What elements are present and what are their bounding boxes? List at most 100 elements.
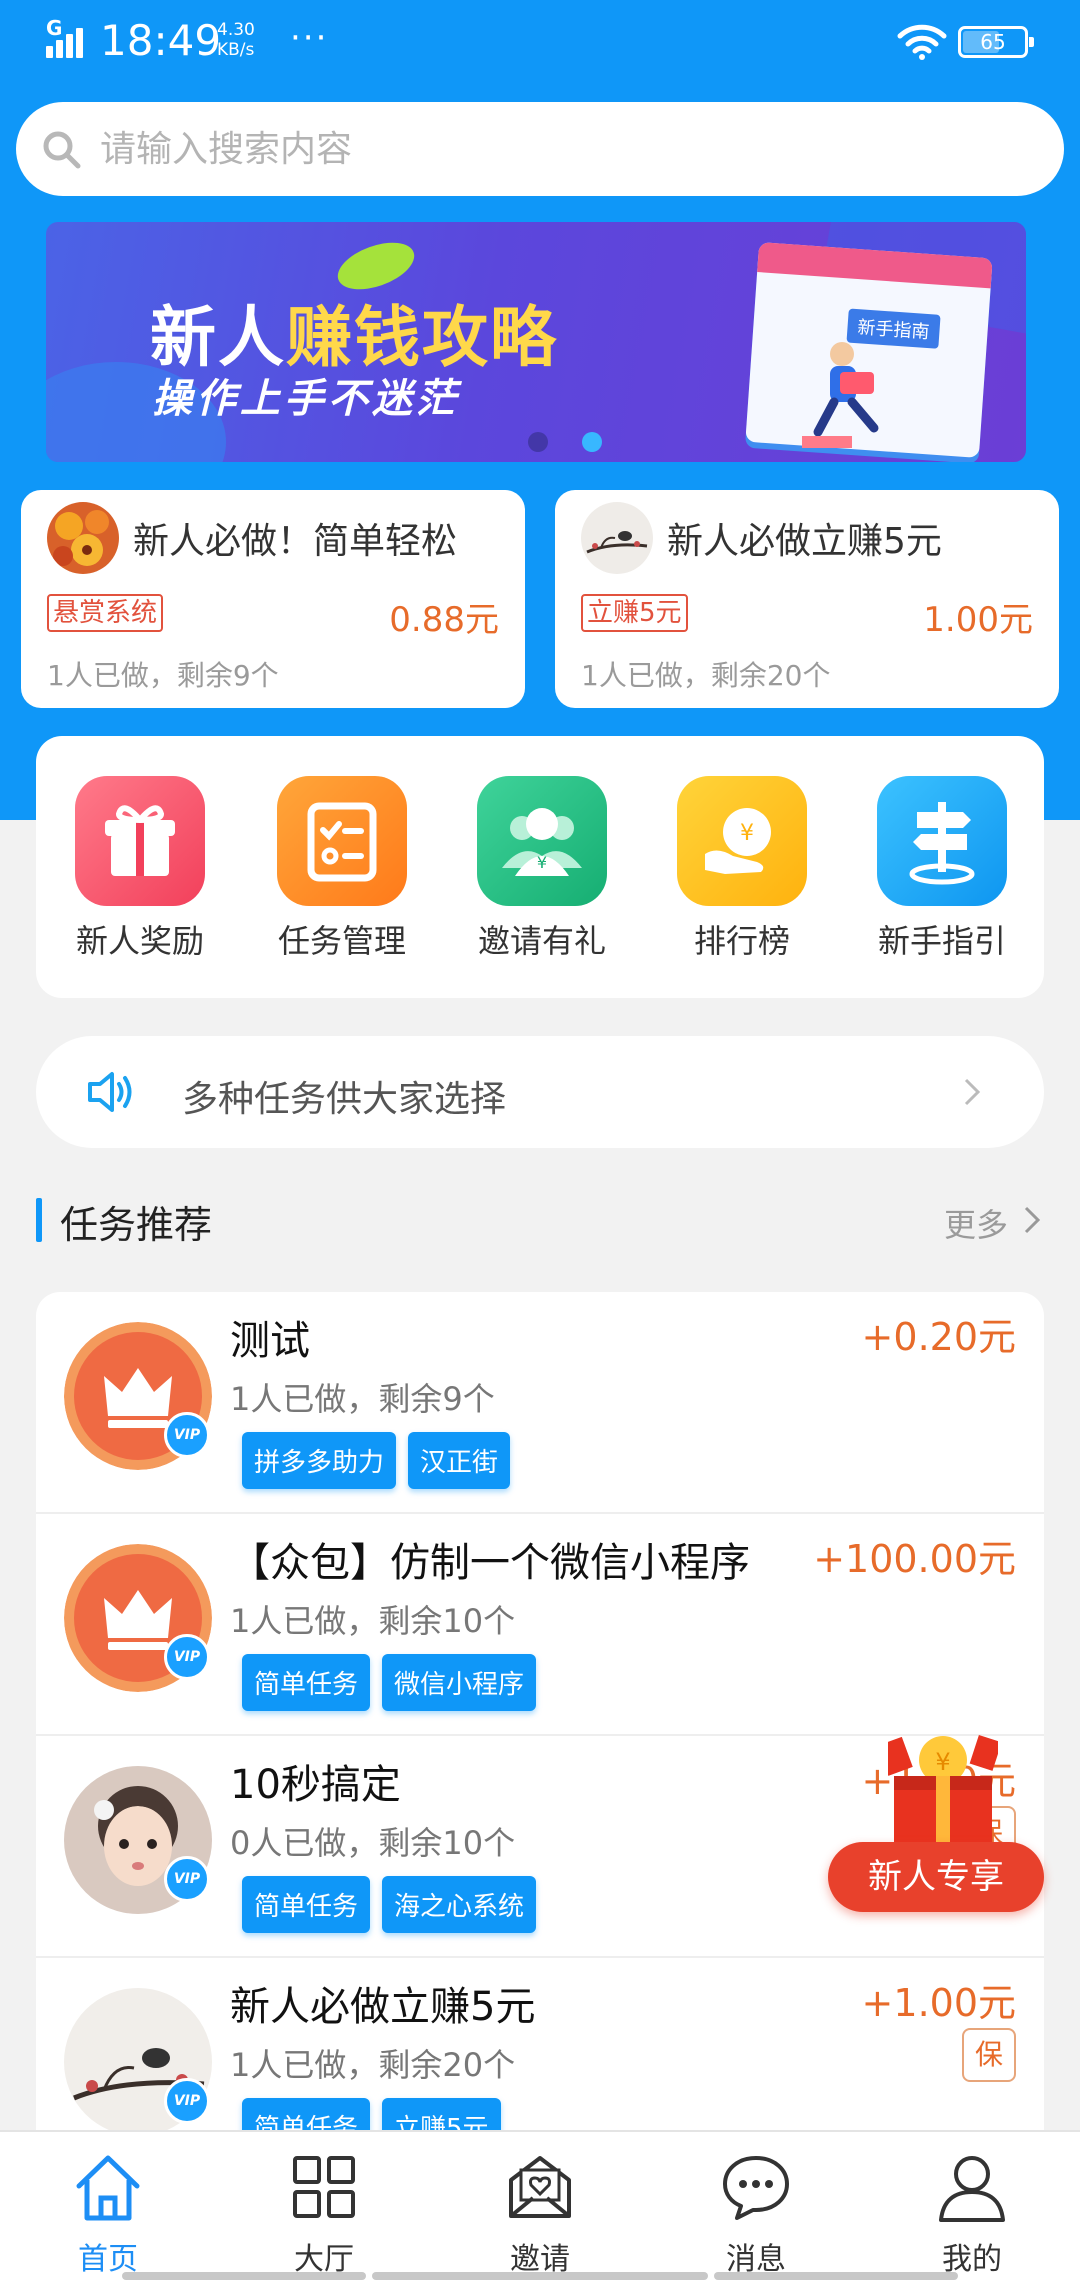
- nav-item-profile[interactable]: 我的: [902, 2150, 1042, 2278]
- nav-item-home[interactable]: 首页: [38, 2150, 178, 2278]
- task-price: +1.00元: [861, 1981, 1016, 2025]
- chat-icon: [723, 2156, 789, 2220]
- signal-icon: [46, 22, 90, 58]
- task-tag: 微信小程序: [382, 1654, 537, 1711]
- nav-item-invite[interactable]: 邀请: [470, 2150, 610, 2278]
- user-icon: [939, 2156, 1005, 2222]
- quick-item-new-reward[interactable]: 新人奖励: [70, 776, 210, 962]
- banner-title-highlight: 赚钱攻略: [286, 299, 558, 376]
- chevron-right-icon: [964, 1078, 981, 1106]
- quick-menu: 新人奖励 任务管理 ¥ 邀请有礼 ¥ 排行榜 新手指引: [36, 736, 1044, 998]
- featured-task-card[interactable]: 新人必做！简单轻松 悬赏系统 0.88元 1人已做，剩余9个: [21, 490, 525, 708]
- nav-item-hall[interactable]: 大厅: [254, 2150, 394, 2278]
- person-illustration-icon: [802, 342, 879, 448]
- speed-value: 4.30: [217, 20, 255, 40]
- featured-task-price: 1.00元: [923, 600, 1033, 640]
- network-speed: 4.30 KB/s: [217, 20, 255, 60]
- task-tags: 简单任务 立赚5元: [242, 2098, 513, 2130]
- guarantee-badge: 保: [962, 2028, 1016, 2082]
- banner-title-part1: 新人: [150, 299, 286, 376]
- section-title: 任务推荐: [60, 1203, 213, 1247]
- task-tag: 简单任务: [242, 1876, 371, 1933]
- gesture-bar: [714, 2272, 958, 2280]
- task-list: VIP 测试 +0.20元 1人已做，剩余9个 拼多多助力 汉正街 VIP 【众包…: [36, 1292, 1044, 2130]
- notice-bar[interactable]: 多种任务供大家选择: [36, 1036, 1044, 1148]
- featured-task-stat: 1人已做，剩余20个: [581, 659, 831, 692]
- bird-avatar-icon: [581, 502, 653, 574]
- banner-carousel[interactable]: 新人赚钱攻略 操作上手不迷茫 新手指南: [46, 222, 1026, 462]
- featured-task-card[interactable]: 新人必做立赚5元 立赚5元 1.00元 1人已做，剩余20个: [555, 490, 1059, 708]
- task-row[interactable]: VIP 测试 +0.20元 1人已做，剩余9个 拼多多助力 汉正街: [36, 1292, 1044, 1514]
- coin-hand-icon: ¥: [677, 776, 807, 906]
- task-tag: 拼多多助力: [242, 1432, 397, 1489]
- more-link[interactable]: 更多: [944, 1200, 1008, 1246]
- task-tags: 简单任务 微信小程序: [242, 1654, 548, 1711]
- search-icon[interactable]: [40, 128, 82, 170]
- search-bar[interactable]: [16, 102, 1064, 196]
- battery-icon: 65: [958, 26, 1034, 58]
- task-tag: 简单任务: [242, 1654, 371, 1711]
- task-tag: 汉正街: [408, 1432, 511, 1489]
- featured-task-title: 新人必做立赚5元: [667, 521, 942, 562]
- vip-badge-icon: VIP: [164, 1634, 210, 1680]
- gesture-bar: [122, 2272, 366, 2280]
- task-stat: 0人已做，剩余10个: [230, 1824, 516, 1862]
- quick-item-label: 新手指引: [877, 922, 1006, 960]
- signpost-icon: [877, 776, 1007, 906]
- svg-text:¥: ¥: [740, 821, 754, 846]
- banner-dot-active[interactable]: [582, 432, 602, 452]
- chevron-right-icon[interactable]: [1022, 1204, 1042, 1236]
- quick-item-task-manage[interactable]: 任务管理: [272, 776, 412, 962]
- vip-badge-icon: VIP: [164, 1412, 210, 1458]
- search-input[interactable]: [100, 102, 1000, 196]
- new-user-promo-button[interactable]: 新人专享: [828, 1842, 1044, 1912]
- quick-item-label: 邀请有礼: [477, 922, 606, 960]
- task-row[interactable]: VIP 新人必做立赚5元 +1.00元 保 1人已做，剩余20个 简单任务 立赚5…: [36, 1958, 1044, 2130]
- new-user-promo[interactable]: ¥ 新人专享: [828, 1720, 1044, 1920]
- vip-badge-icon: VIP: [164, 1856, 210, 1902]
- wifi-icon: [897, 24, 947, 60]
- task-tags: 拼多多助力 汉正街: [242, 1432, 522, 1489]
- featured-task-tag: 悬赏系统: [47, 594, 164, 632]
- featured-task-stat: 1人已做，剩余9个: [47, 659, 279, 692]
- banner-pagination: [528, 432, 636, 456]
- flower-avatar-icon: [47, 502, 119, 574]
- task-tags: 简单任务 海之心系统: [242, 1876, 548, 1933]
- bottom-nav: 首页 大厅 邀请 消息 我的: [0, 2130, 1080, 2280]
- section-accent-bar: [36, 1198, 42, 1242]
- speed-unit: KB/s: [217, 40, 255, 60]
- checklist-icon: [277, 776, 407, 906]
- task-title: 10秒搞定: [230, 1762, 401, 1808]
- task-stat: 1人已做，剩余9个: [230, 1380, 495, 1418]
- task-tag: 立赚5元: [382, 2098, 501, 2130]
- banner-dot[interactable]: [528, 432, 548, 452]
- banner-subtitle: 操作上手不迷茫: [152, 376, 460, 422]
- task-row[interactable]: VIP 【众包】仿制一个微信小程序 +100.00元 1人已做，剩余10个 简单…: [36, 1514, 1044, 1736]
- more-dots-icon: ···: [290, 18, 329, 58]
- envelope-heart-icon: [509, 2156, 571, 2218]
- quick-item-label: 排行榜: [693, 922, 790, 960]
- speaker-icon: [88, 1072, 132, 1112]
- battery-level: 65: [980, 30, 1006, 54]
- vip-badge-icon: VIP: [164, 2078, 210, 2124]
- featured-task-price: 0.88元: [389, 600, 499, 640]
- task-stat: 1人已做，剩余20个: [230, 2046, 516, 2084]
- task-avatar: [581, 502, 653, 574]
- task-tag: 海之心系统: [382, 1876, 537, 1933]
- quick-item-guide[interactable]: 新手指引: [872, 776, 1012, 962]
- task-title: 【众包】仿制一个微信小程序: [230, 1540, 750, 1586]
- gesture-bar: [372, 2272, 708, 2280]
- notice-text: 多种任务供大家选择: [182, 1079, 507, 1120]
- grid-icon: [293, 2156, 355, 2218]
- status-bar: G 18:49 4.30 KB/s ··· 65: [0, 0, 1080, 84]
- nav-item-messages[interactable]: 消息: [686, 2150, 826, 2278]
- task-tag: 简单任务: [242, 2098, 371, 2130]
- featured-task-title: 新人必做！简单轻松: [133, 521, 458, 562]
- svg-text:¥: ¥: [537, 853, 547, 872]
- task-price: +100.00元: [813, 1537, 1016, 1581]
- invite-icon: ¥: [477, 776, 607, 906]
- quick-item-label: 新人奖励: [75, 922, 204, 960]
- task-title: 新人必做立赚5元: [230, 1984, 536, 2030]
- quick-item-invite[interactable]: ¥ 邀请有礼: [472, 776, 612, 962]
- quick-item-ranking[interactable]: ¥ 排行榜: [672, 776, 812, 962]
